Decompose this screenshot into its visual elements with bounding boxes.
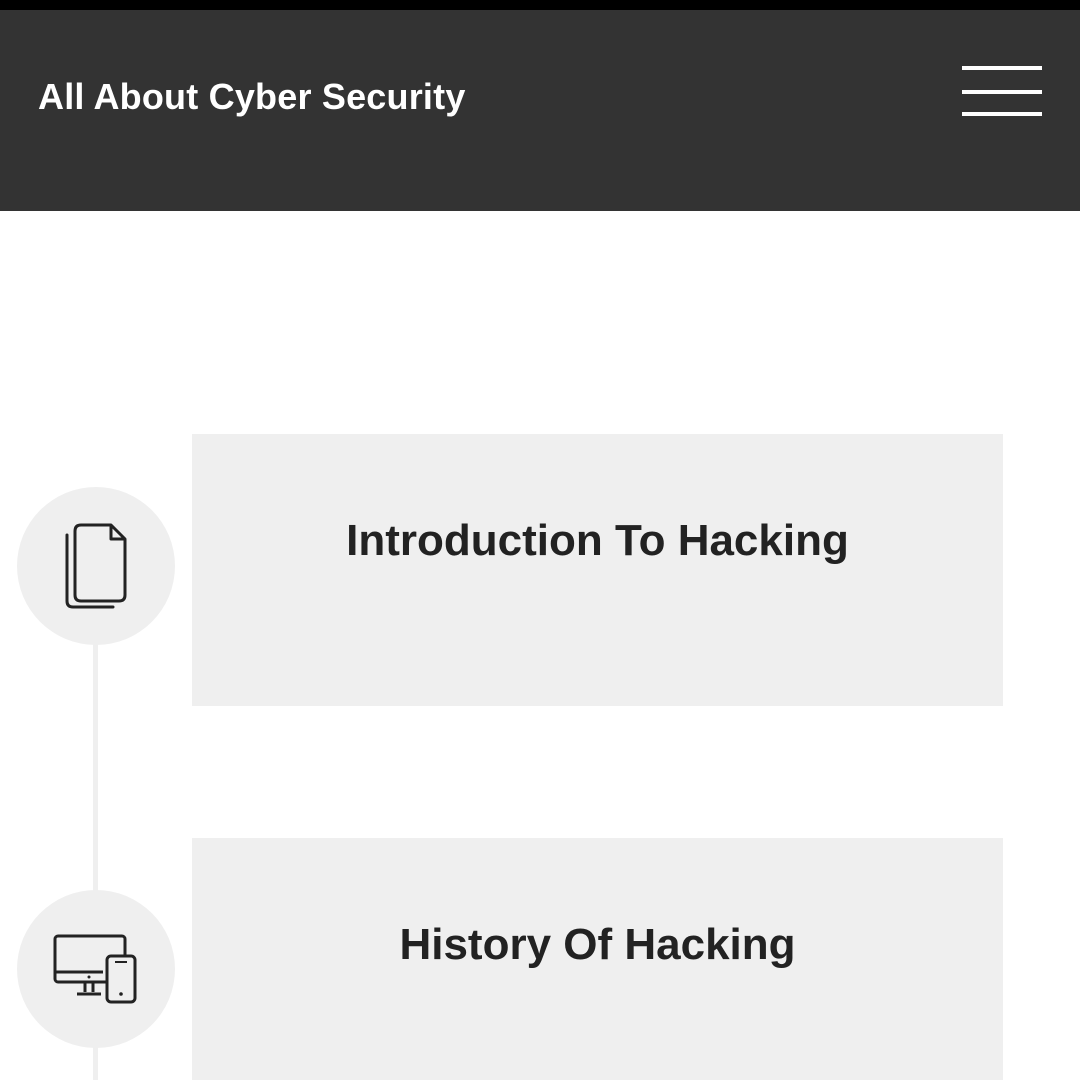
hamburger-menu-icon[interactable] bbox=[962, 66, 1042, 118]
timeline-icon-circle bbox=[17, 890, 175, 1048]
lesson-card-introduction[interactable]: Introduction To Hacking bbox=[192, 434, 1003, 706]
menu-bar bbox=[962, 90, 1042, 94]
lesson-card-history[interactable]: History Of Hacking bbox=[192, 838, 1003, 1080]
site-header: All About Cyber Security bbox=[0, 10, 1080, 211]
menu-bar bbox=[962, 112, 1042, 116]
documents-icon bbox=[65, 523, 127, 609]
timeline-icon-circle bbox=[17, 487, 175, 645]
devices-icon bbox=[53, 934, 137, 1004]
card-title: History Of Hacking bbox=[399, 920, 796, 969]
card-title: Introduction To Hacking bbox=[346, 516, 849, 565]
site-title[interactable]: All About Cyber Security bbox=[38, 76, 466, 118]
status-bar bbox=[0, 0, 1080, 10]
menu-bar bbox=[962, 66, 1042, 70]
